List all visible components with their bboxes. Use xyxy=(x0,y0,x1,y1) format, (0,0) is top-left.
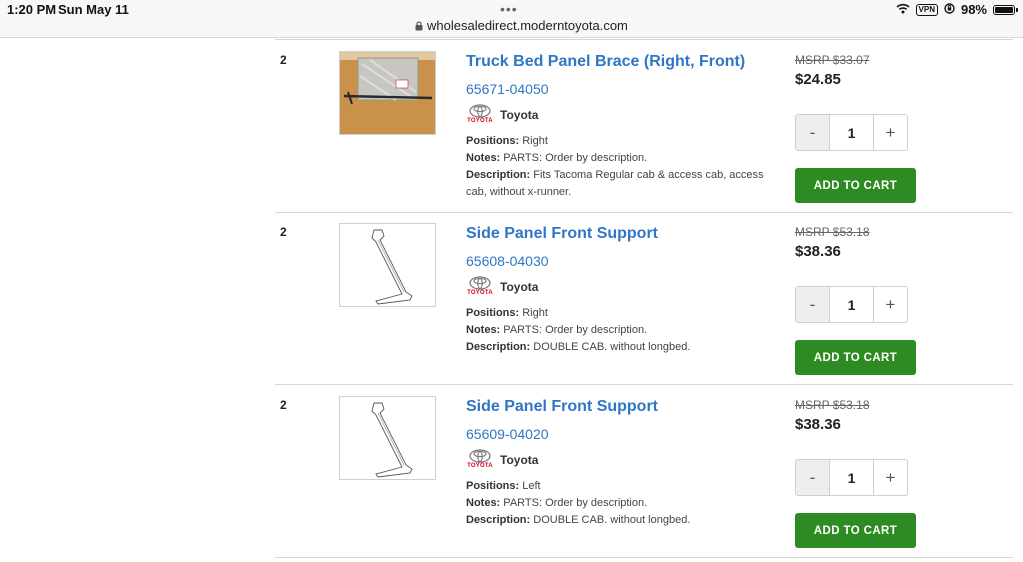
quantity-input[interactable]: 1 xyxy=(830,115,873,150)
part-photo xyxy=(340,52,435,134)
part-row: 2 Side Panel Front Support 65608-04030 T… xyxy=(275,212,1013,385)
brand: TOYOTA Toyota xyxy=(466,276,538,298)
part-diagram xyxy=(371,229,413,305)
brand-name: Toyota xyxy=(500,280,539,294)
part-details: Positions: Left Notes: PARTS: Order by d… xyxy=(466,478,766,529)
status-date: Sun May 11 xyxy=(58,2,129,17)
part-title-link[interactable]: Truck Bed Panel Brace (Right, Front) xyxy=(466,53,745,71)
brand-name: Toyota xyxy=(500,108,539,122)
notes-value: PARTS: Order by description. xyxy=(503,152,648,164)
part-number-link[interactable]: 65609-04020 xyxy=(466,426,549,442)
description-line: Description: DOUBLE CAB. without longbed… xyxy=(466,339,766,356)
toyota-logo-text: TOYOTA xyxy=(467,118,493,124)
positions-label: Positions: xyxy=(466,480,520,492)
positions-line: Positions: Right xyxy=(466,133,766,150)
positions-line: Positions: Left xyxy=(466,478,766,495)
notes-label: Notes: xyxy=(466,152,501,164)
battery-percent: 98% xyxy=(960,2,987,17)
required-quantity: 2 xyxy=(280,398,287,412)
wifi-icon xyxy=(895,2,910,17)
required-quantity: 2 xyxy=(280,225,287,239)
part-details: Positions: Right Notes: PARTS: Order by … xyxy=(466,133,766,201)
status-time: 1:20 PM xyxy=(7,2,57,17)
sale-price: $38.36 xyxy=(795,243,841,260)
vpn-badge: VPN xyxy=(915,3,938,16)
required-quantity: 2 xyxy=(280,53,287,67)
toyota-logo-icon: TOYOTA xyxy=(466,276,494,298)
notes-line: Notes: PARTS: Order by description. xyxy=(466,495,766,512)
toyota-logo-icon: TOYOTA xyxy=(466,104,494,126)
decrease-quantity-button[interactable]: - xyxy=(796,287,830,322)
quantity-stepper: - 1 + xyxy=(795,114,908,151)
sale-price: $24.85 xyxy=(795,71,841,88)
msrp-price: MSRP $53.18 xyxy=(795,398,870,412)
part-image[interactable] xyxy=(339,51,436,135)
quantity-input[interactable]: 1 xyxy=(830,460,873,495)
address-bar[interactable]: wholesaledirect.moderntoyota.com xyxy=(415,18,628,33)
brand: TOYOTA Toyota xyxy=(466,104,538,126)
description-label: Description: xyxy=(466,341,531,353)
multitasking-dots-icon[interactable]: ••• xyxy=(500,1,518,17)
url-text: wholesaledirect.moderntoyota.com xyxy=(427,18,628,33)
part-title-link[interactable]: Side Panel Front Support xyxy=(466,398,658,416)
orientation-lock-icon xyxy=(944,2,955,17)
positions-label: Positions: xyxy=(466,135,520,147)
part-title-link[interactable]: Side Panel Front Support xyxy=(466,225,658,243)
part-diagram xyxy=(371,402,413,478)
quantity-stepper: - 1 + xyxy=(795,459,908,496)
increase-quantity-button[interactable]: + xyxy=(873,287,907,322)
status-bar: 1:20 PM Sun May 11 ••• wholesaledirect.m… xyxy=(0,0,1023,38)
notes-label: Notes: xyxy=(466,497,501,509)
lock-icon xyxy=(415,21,423,31)
notes-value: PARTS: Order by description. xyxy=(503,497,648,509)
increase-quantity-button[interactable]: + xyxy=(873,460,907,495)
quantity-stepper: - 1 + xyxy=(795,286,908,323)
description-label: Description: xyxy=(466,169,531,181)
toyota-logo-text: TOYOTA xyxy=(467,463,493,469)
positions-label: Positions: xyxy=(466,307,520,319)
part-row: 2 Side Panel Front Support 65609-04020 T… xyxy=(275,385,1013,558)
description-line: Description: DOUBLE CAB. without longbed… xyxy=(466,512,766,529)
brand-name: Toyota xyxy=(500,453,539,467)
part-image[interactable] xyxy=(339,223,436,307)
quantity-input[interactable]: 1 xyxy=(830,287,873,322)
part-row: 2 Truck Bed Panel Brace (Right, Front) 6… xyxy=(275,40,1013,213)
part-details: Positions: Right Notes: PARTS: Order by … xyxy=(466,305,766,356)
toyota-logo-icon: TOYOTA xyxy=(466,449,494,471)
add-to-cart-button[interactable]: ADD TO CART xyxy=(795,513,916,548)
battery-level xyxy=(995,6,1013,13)
sale-price: $38.36 xyxy=(795,416,841,433)
msrp-price: MSRP $53.18 xyxy=(795,225,870,239)
increase-quantity-button[interactable]: + xyxy=(873,115,907,150)
add-to-cart-button[interactable]: ADD TO CART xyxy=(795,340,916,375)
description-line: Description: Fits Tacoma Regular cab & a… xyxy=(466,167,766,201)
part-number-link[interactable]: 65608-04030 xyxy=(466,253,549,269)
description-value: DOUBLE CAB. without longbed. xyxy=(533,341,691,353)
toyota-logo-text: TOYOTA xyxy=(467,290,493,296)
brand: TOYOTA Toyota xyxy=(466,449,538,471)
notes-line: Notes: PARTS: Order by description. xyxy=(466,322,766,339)
part-image[interactable] xyxy=(339,396,436,480)
decrease-quantity-button[interactable]: - xyxy=(796,115,830,150)
part-number-link[interactable]: 65671-04050 xyxy=(466,81,549,97)
battery-icon xyxy=(993,4,1018,15)
description-value: DOUBLE CAB. without longbed. xyxy=(533,514,691,526)
notes-line: Notes: PARTS: Order by description. xyxy=(466,150,766,167)
positions-value: Right xyxy=(522,307,548,319)
notes-value: PARTS: Order by description. xyxy=(503,324,648,336)
positions-value: Right xyxy=(522,135,548,147)
description-label: Description: xyxy=(466,514,531,526)
positions-line: Positions: Right xyxy=(466,305,766,322)
msrp-price: MSRP $33.07 xyxy=(795,53,870,67)
status-indicators: VPN 98% xyxy=(895,2,1018,17)
notes-label: Notes: xyxy=(466,324,501,336)
positions-value: Left xyxy=(522,480,541,492)
add-to-cart-button[interactable]: ADD TO CART xyxy=(795,168,916,203)
decrease-quantity-button[interactable]: - xyxy=(796,460,830,495)
